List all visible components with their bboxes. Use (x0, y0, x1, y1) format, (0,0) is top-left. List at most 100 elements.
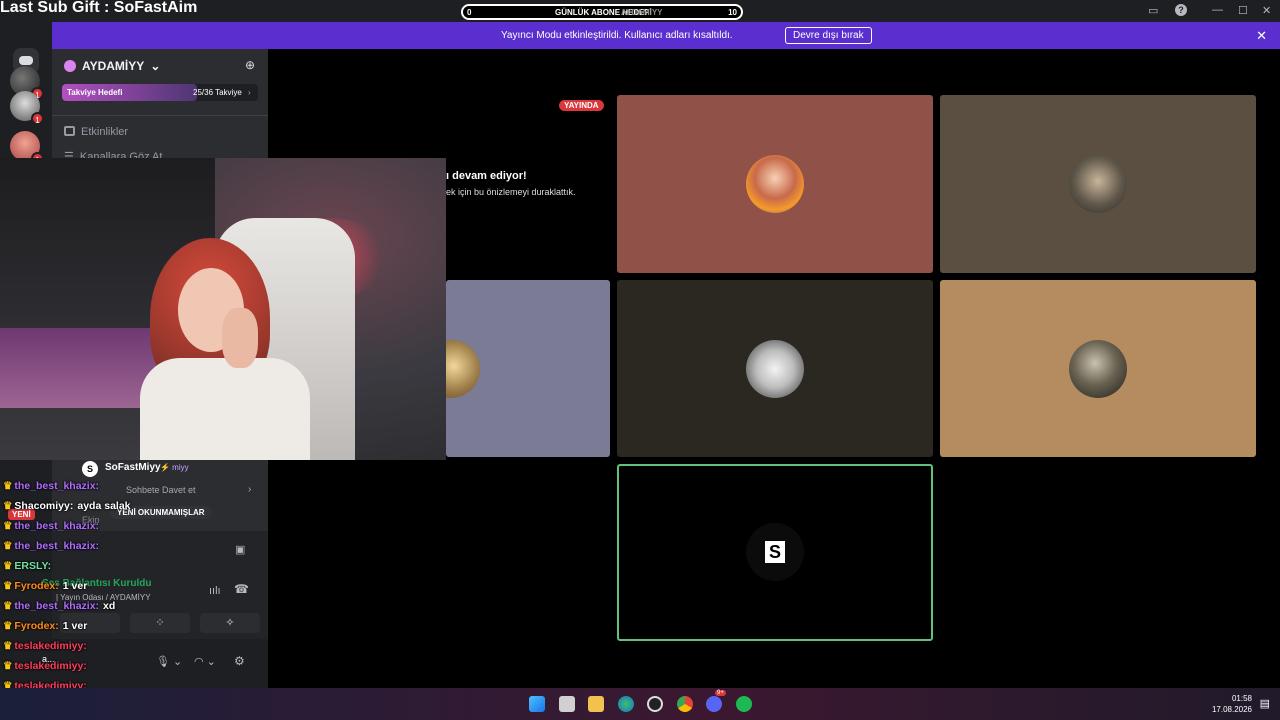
server-boost-icon (64, 60, 76, 72)
clock-time: 01:58 (1231, 694, 1252, 703)
crown-icon: ♛ (3, 520, 13, 532)
user-avatar: S (746, 523, 804, 581)
chat-username: the_best_khazix: (14, 520, 100, 532)
live-badge: YAYINDA (559, 100, 604, 111)
chat-username: teslakedimiyy: (14, 640, 87, 652)
spotify-icon[interactable] (736, 696, 752, 712)
invite-people-icon[interactable]: ⊕ (245, 58, 255, 72)
crown-icon: ♛ (3, 620, 13, 632)
banner-text: Yayıncı Modu etkinleştirildi. Kullanıcı … (501, 30, 733, 41)
chat-message: ♛ the_best_khazix: xd (3, 600, 115, 612)
sofast-logo-icon: S (765, 541, 785, 563)
minimize-icon[interactable]: — (1212, 4, 1223, 16)
help-icon[interactable]: ? (1175, 4, 1187, 16)
chat-text: ayda salak (77, 500, 131, 512)
chat-username: the_best_khazix: (14, 600, 100, 612)
chrome-icon[interactable] (677, 696, 693, 712)
boost-goal-label: Takviye Hedefi (67, 88, 123, 97)
stream-paused-subtitle: ek için bu önizlemeyi duraklattık. (446, 187, 576, 197)
edge-icon[interactable] (618, 696, 634, 712)
server-name-button[interactable]: AYDAMİYY ⌄ (82, 59, 160, 73)
voice-tile-1[interactable] (617, 95, 933, 273)
task-view-icon[interactable] (559, 696, 575, 712)
chat-username: Fyrodex: (14, 620, 59, 632)
person-shirt (140, 358, 310, 460)
clock-date: 17.08.2026 (1211, 705, 1252, 714)
desktop: Last Sub Gift : SoFastAim 0 GÜNLÜK ABONE… (0, 0, 1280, 720)
obs-icon[interactable] (647, 696, 663, 712)
chat-message: ♛ Fyrodex: 1 ver (3, 580, 87, 592)
chevron-down-icon: ⌄ (150, 59, 161, 73)
streamer-mode-banner: Yayıncı Modu etkinleştirildi. Kullanıcı … (52, 22, 1280, 49)
crown-icon: ♛ (3, 480, 13, 492)
goal-min: 0 (467, 8, 472, 17)
goal-max: 10 (728, 8, 737, 17)
voice-tile-5[interactable] (940, 280, 1256, 457)
chat-text: 1 ver (62, 580, 88, 592)
chat-username: the_best_khazix: (14, 480, 100, 492)
server-badge: 1 (31, 112, 44, 125)
stream-paused-title: ı devam ediyor! (446, 170, 527, 182)
close-window-icon[interactable]: ✕ (1262, 4, 1271, 17)
person-hand (222, 308, 258, 368)
voice-tile-active[interactable]: S (617, 464, 933, 641)
maximize-icon[interactable]: ☐ (1238, 4, 1248, 17)
chat-text: xd (103, 600, 116, 612)
user-avatar (1069, 155, 1127, 213)
chat-username: Shacomiyy: (14, 500, 74, 512)
voice-tile-3[interactable] (446, 280, 610, 457)
voice-tile-4[interactable] (617, 280, 933, 457)
chat-username: the_best_khazix: (14, 540, 100, 552)
user-avatar (746, 155, 804, 213)
crown-icon: ♛ (3, 600, 13, 612)
user-avatar (1069, 340, 1127, 398)
notification-icon[interactable]: ▤ (1260, 697, 1270, 710)
crown-icon: ♛ (3, 640, 13, 652)
system-clock[interactable]: 01:58 17.08.2026 (1212, 693, 1252, 715)
chat-message: ♛ teslakedimiyy: (3, 640, 91, 652)
chat-message: ♛ teslakedimiyy: (3, 660, 91, 672)
close-icon[interactable]: ✕ (1256, 28, 1267, 44)
discord-icon[interactable]: 9+ (706, 690, 726, 712)
chat-username: Fyrodex: (14, 580, 59, 592)
chevron-right-icon: › (248, 88, 251, 97)
server-icon-2[interactable]: 1 (10, 91, 44, 125)
chat-message: ♛ the_best_khazix: (3, 540, 103, 552)
taskbar: 9+ 01:58 17.08.2026 ▤ (0, 688, 1280, 720)
server-icon-3[interactable]: 1 (10, 131, 44, 165)
crown-icon: ♛ (3, 560, 13, 572)
crown-icon: ♛ (3, 580, 13, 592)
calendar-icon (64, 126, 75, 136)
chat-text: 1 ver (62, 620, 88, 632)
chat-username: ERSLY: (14, 560, 52, 572)
divider (52, 115, 268, 116)
sidebar-item-events[interactable]: Etkinlikler (64, 126, 128, 138)
chat-username: teslakedimiyy: (14, 660, 87, 672)
user-avatar (446, 340, 480, 398)
title-bar: Last Sub Gift : SoFastAim 0 GÜNLÜK ABONE… (0, 0, 1280, 22)
boost-goal-count: 25/36 Takviye (193, 88, 242, 97)
windows-start-icon[interactable] (529, 696, 545, 712)
last-sub-gift-text: Last Sub Gift : SoFastAim (0, 0, 198, 16)
file-explorer-icon[interactable] (588, 696, 604, 712)
chat-message: ♛ Shacomiyy: ayda salak (3, 500, 131, 512)
sidebar-item-label: Etkinlikler (81, 126, 129, 138)
voice-tile-2[interactable] (940, 95, 1256, 273)
crown-icon: ♛ (3, 660, 13, 672)
boost-goal-bar[interactable]: Takviye Hedefi 25/36 Takviye › (62, 84, 258, 101)
inbox-icon[interactable]: ▭ (1148, 4, 1158, 17)
chat-message: ♛ ERSLY: (3, 560, 55, 572)
chat-overlay: ♛ the_best_khazix: ♛ Shacomiyy: ayda salak ♛ t… (0, 460, 268, 712)
crown-icon: ♛ (3, 540, 13, 552)
chat-message: ♛ the_best_khazix: (3, 520, 103, 532)
goal-ghost-text: AYDAMİYY (621, 8, 663, 17)
discord-badge: 9+ (715, 690, 726, 696)
crown-icon: ♛ (3, 500, 13, 512)
daily-sub-goal-bar: 0 GÜNLÜK ABONE HEDEFİ AYDAMİYY 10 (461, 4, 743, 20)
chat-message: ♛ Fyrodex: 1 ver (3, 620, 87, 632)
chat-message: ♛ the_best_khazix: (3, 480, 103, 492)
webcam-overlay (0, 158, 446, 460)
user-avatar (746, 340, 804, 398)
server-name: AYDAMİYY (82, 59, 145, 73)
disable-streamer-mode-button[interactable]: Devre dışı bırak (785, 27, 872, 44)
